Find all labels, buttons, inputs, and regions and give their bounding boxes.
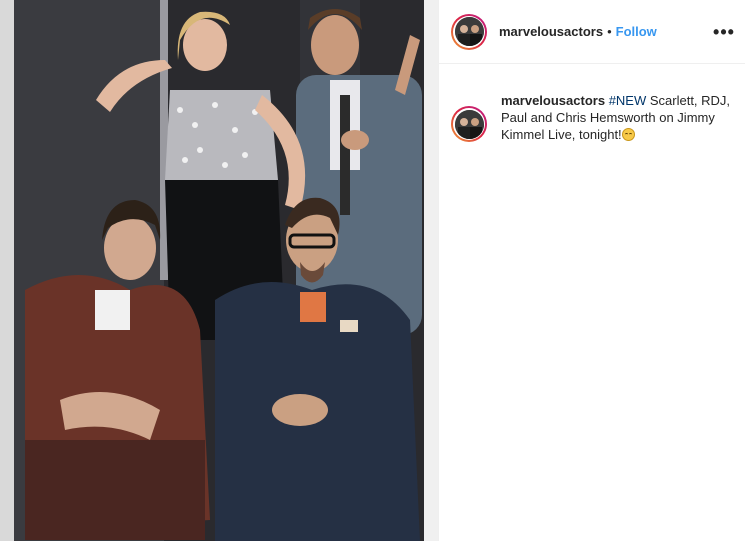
post-photo[interactable] [0,0,438,541]
grinning-face-emoji-icon [621,128,635,141]
caption-comment: marvelousactors #NEW Scarlett, RDJ, Paul… [451,92,736,143]
caption-hashtag[interactable]: #NEW [609,93,647,108]
instagram-post-modal: marvelousactors • Follow ••• marvelousac… [0,0,745,541]
avatar-image [454,109,484,139]
caption-text: marvelousactors #NEW Scarlett, RDJ, Paul… [501,92,736,143]
post-side-panel: marvelousactors • Follow ••• marvelousac… [438,0,745,541]
caption-avatar[interactable] [451,106,487,142]
photo-illustration [0,0,438,541]
avatar[interactable] [451,13,487,50]
post-header: marvelousactors • Follow ••• [439,0,745,64]
caption-username[interactable]: marvelousactors [501,93,605,108]
avatar-image [454,17,484,46]
post-author-username[interactable]: marvelousactors [499,24,603,39]
header-separator: • [607,24,612,39]
follow-button[interactable]: Follow [616,24,657,39]
more-options-icon[interactable]: ••• [713,22,734,42]
